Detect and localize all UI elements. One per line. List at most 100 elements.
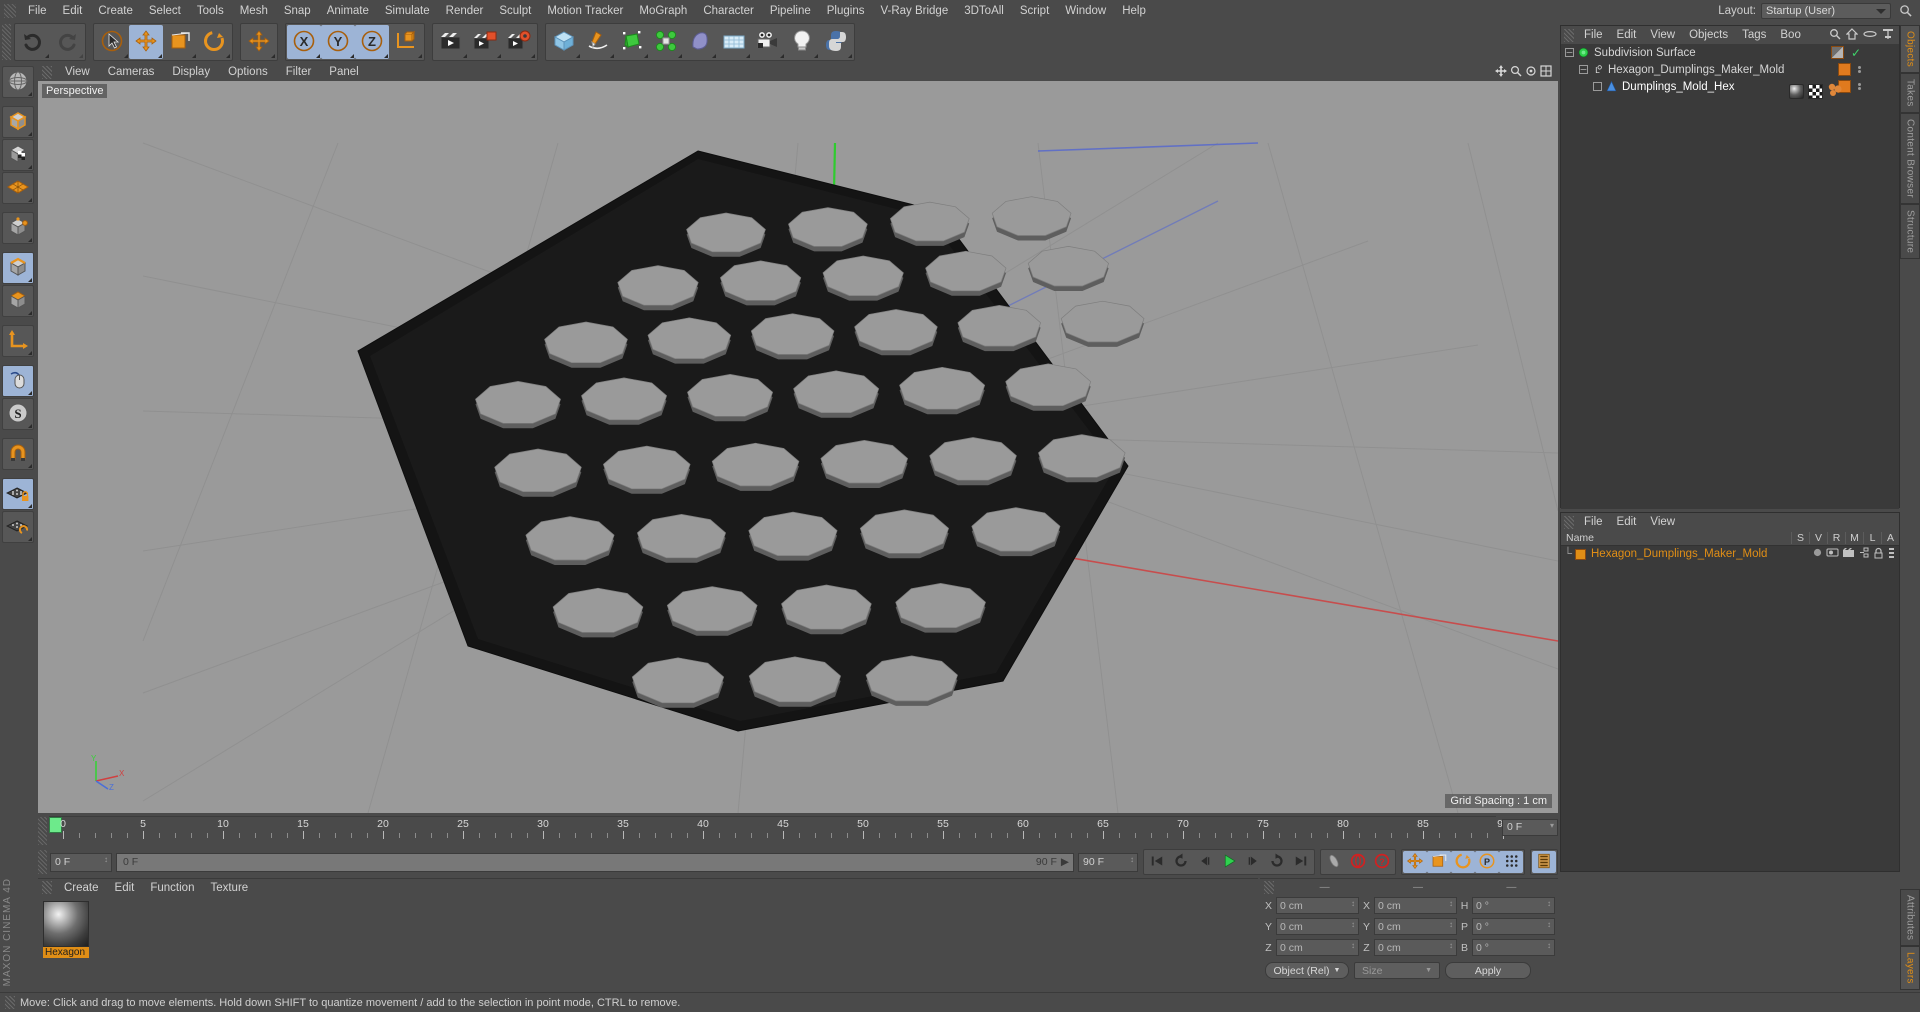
menu-create[interactable]: Create <box>90 3 141 19</box>
lock-y-axis-button[interactable]: Y <box>321 25 355 59</box>
go-to-end-button[interactable] <box>1289 851 1313 873</box>
key-rotation-button[interactable] <box>1451 851 1475 873</box>
model-mode-button[interactable] <box>2 106 34 138</box>
redo-button[interactable] <box>50 25 84 59</box>
menu-edit[interactable]: Edit <box>55 3 91 19</box>
stepper-icon[interactable]: ↕ <box>1547 921 1551 929</box>
material-item[interactable]: Hexagon <box>43 901 89 958</box>
right-tab-takes[interactable]: Takes <box>1900 73 1920 113</box>
workplane-mode-button[interactable] <box>2 172 34 204</box>
lock-x-axis-button[interactable]: X <box>287 25 321 59</box>
edge-mode-button[interactable] <box>2 252 34 284</box>
viewport-menu-display[interactable]: Display <box>163 65 219 79</box>
texture-mode-button[interactable] <box>2 139 34 171</box>
stepper-icon[interactable]: ↕ <box>1449 942 1453 950</box>
menu-v-ray-bridge[interactable]: V-Ray Bridge <box>872 3 956 19</box>
object-tag-icon[interactable] <box>1830 46 1844 59</box>
enable-check-icon[interactable]: ✓ <box>1851 46 1861 60</box>
layer-menu-file[interactable]: File <box>1577 515 1610 529</box>
playbar-grip[interactable] <box>38 850 47 874</box>
search-icon[interactable] <box>1829 28 1841 43</box>
menu-motion-tracker[interactable]: Motion Tracker <box>539 3 631 19</box>
rotation-input[interactable]: 0 ° ↕ <box>1472 897 1555 914</box>
stepper-icon[interactable]: ↕ <box>1351 942 1355 950</box>
menu-grip[interactable] <box>4 3 16 18</box>
play-backwards-button[interactable] <box>1169 851 1193 873</box>
world-object-coord-button[interactable] <box>389 25 423 59</box>
layers-icon[interactable] <box>1882 28 1894 43</box>
position-input[interactable]: 0 cm ↕ <box>1276 897 1359 914</box>
material-menu-function[interactable]: Function <box>142 881 202 895</box>
play-forward-loop-button[interactable] <box>1265 851 1289 873</box>
stepper-icon[interactable]: ↕ <box>1547 900 1551 908</box>
material-menu-create[interactable]: Create <box>56 881 107 895</box>
menu-script[interactable]: Script <box>1012 3 1057 19</box>
go-to-start-button[interactable] <box>1145 851 1169 873</box>
scale-tool[interactable] <box>163 25 197 59</box>
menu-snap[interactable]: Snap <box>276 3 319 19</box>
object-tag-icon[interactable] <box>1838 63 1851 76</box>
object-menu-objects[interactable]: Objects <box>1682 28 1735 42</box>
home-icon[interactable] <box>1845 27 1859 43</box>
viewport-menu-grip[interactable] <box>42 65 52 79</box>
stepper-icon[interactable]: ↕ <box>1449 921 1453 929</box>
position-input[interactable]: 0 cm ↕ <box>1276 918 1359 935</box>
menu-select[interactable]: Select <box>141 3 189 19</box>
previous-frame-button[interactable] <box>1193 851 1217 873</box>
apply-button[interactable]: Apply <box>1445 962 1531 979</box>
move-tool[interactable] <box>129 25 163 59</box>
add-spline-button[interactable] <box>581 25 615 59</box>
autokeying-button[interactable] <box>1322 851 1346 873</box>
right-tab-layers[interactable]: Layers <box>1900 946 1920 990</box>
nurbs-generator-button[interactable] <box>615 25 649 59</box>
right-tab-objects[interactable]: Objects <box>1900 25 1920 74</box>
object-menu-view[interactable]: View <box>1643 28 1682 42</box>
lock-z-axis-button[interactable]: Z <box>355 25 389 59</box>
object-axis-button[interactable] <box>2 325 34 357</box>
coord-mode-select[interactable]: Object (Rel) ▼ <box>1265 962 1349 979</box>
point-mode-button[interactable] <box>2 212 34 244</box>
position-input[interactable]: 0 cm ↕ <box>1276 939 1359 956</box>
rotation-input[interactable]: 0 ° ↕ <box>1472 939 1555 956</box>
object-tree-row[interactable]: ─ Subdivision Surface ✓ <box>1561 44 1899 61</box>
menu-character[interactable]: Character <box>695 3 762 19</box>
timeline-end-field[interactable]: 0 F ▾ <box>1502 819 1558 836</box>
layer-menu-view[interactable]: View <box>1643 515 1682 529</box>
record-active-objects-button[interactable] <box>1346 851 1370 873</box>
viewport-mouse-button[interactable] <box>2 365 34 397</box>
object-menu-tags[interactable]: Tags <box>1735 28 1773 42</box>
viewport-menu-cameras[interactable]: Cameras <box>99 65 164 79</box>
viewport-zoom-icon[interactable] <box>1510 65 1522 80</box>
layer-menu-edit[interactable]: Edit <box>1610 515 1644 529</box>
viewport-menu-panel[interactable]: Panel <box>320 65 367 79</box>
stepper-icon[interactable]: ↕ <box>1351 921 1355 929</box>
object-manager-grip[interactable] <box>1564 28 1574 42</box>
menu-file[interactable]: File <box>20 3 55 19</box>
menu-mesh[interactable]: Mesh <box>232 3 276 19</box>
camera-button[interactable] <box>751 25 785 59</box>
render-view-button[interactable] <box>434 25 468 59</box>
next-frame-button[interactable] <box>1241 851 1265 873</box>
menu-help[interactable]: Help <box>1114 3 1154 19</box>
layer-column-l[interactable]: L <box>1863 532 1881 544</box>
mograph-icon[interactable] <box>1858 547 1870 561</box>
expand-toggle-icon[interactable]: ─ <box>1579 65 1588 74</box>
time-scrubber[interactable]: 0 F 90 F ▶ <box>116 852 1074 872</box>
size-input[interactable]: 0 cm ↕ <box>1374 897 1457 914</box>
layer-column-m[interactable]: M <box>1845 532 1863 544</box>
right-tab-attributes[interactable]: Attributes <box>1900 888 1920 947</box>
layer-column-r[interactable]: R <box>1827 532 1845 544</box>
stepper-icon[interactable]: ↕ <box>1351 900 1355 908</box>
menu-render[interactable]: Render <box>438 3 492 19</box>
viewport-3d[interactable]: Perspective Y X Z Grid Spacing: 1 cm <box>38 81 1558 813</box>
layer-column-a[interactable]: A <box>1881 532 1899 544</box>
object-tree[interactable]: ─ Subdivision Surface ✓ ─ L Hexagon_Dump… <box>1561 44 1899 509</box>
add-cube-button[interactable] <box>547 25 581 59</box>
menu-pipeline[interactable]: Pipeline <box>762 3 819 19</box>
key-position-button[interactable] <box>1403 851 1427 873</box>
menu-tools[interactable]: Tools <box>189 3 232 19</box>
rotate-tool[interactable] <box>197 25 231 59</box>
key-pla-button[interactable] <box>1499 851 1523 873</box>
camera-visibility-icon[interactable] <box>1826 547 1839 561</box>
play-button[interactable] <box>1217 851 1241 873</box>
